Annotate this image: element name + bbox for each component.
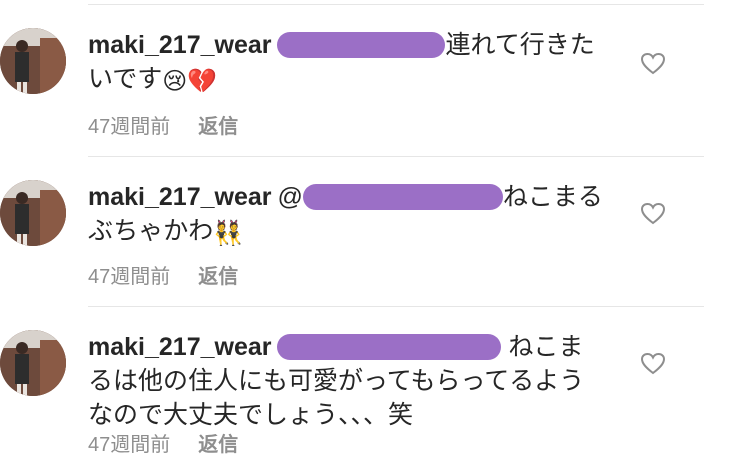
heart-outline-icon[interactable] bbox=[640, 52, 666, 76]
comment-meta: 47週間前 返信 bbox=[88, 260, 238, 289]
redaction-mark bbox=[277, 334, 502, 360]
reply-button[interactable]: 返信 bbox=[198, 116, 238, 138]
avatar[interactable] bbox=[0, 28, 66, 94]
divider bbox=[88, 156, 704, 157]
reply-button[interactable]: 返信 bbox=[198, 266, 238, 288]
emoji: 👯 bbox=[213, 220, 244, 247]
comment-text: maki_217_wear ねこまるは他の住人にも可愛がってもらってるようなので… bbox=[88, 330, 608, 432]
emoji: 💔 bbox=[187, 68, 218, 95]
redaction-mark bbox=[277, 32, 446, 58]
divider bbox=[88, 306, 704, 307]
heart-outline-icon[interactable] bbox=[640, 202, 666, 226]
heart-outline-icon[interactable] bbox=[640, 352, 666, 376]
comment-text: maki_217_wear @ ねこまるぶちゃかわ👯 bbox=[88, 180, 608, 251]
reply-button[interactable]: 返信 bbox=[198, 434, 238, 456]
comment-time: 47週間前 bbox=[88, 266, 171, 288]
comment-time: 47週間前 bbox=[88, 434, 171, 456]
comment-username[interactable]: maki_217_wear bbox=[88, 31, 271, 59]
comment-text: maki_217_wear 連れて行きたいです😢💔 bbox=[88, 28, 608, 99]
redaction-mark bbox=[302, 184, 503, 210]
comment-meta: 47週間前 返信 bbox=[88, 110, 238, 139]
comment-username[interactable]: maki_217_wear bbox=[88, 333, 271, 361]
comment-time: 47週間前 bbox=[88, 116, 171, 138]
avatar[interactable] bbox=[0, 180, 66, 246]
divider-top bbox=[88, 4, 704, 5]
comment-text-before: @ bbox=[277, 183, 303, 211]
avatar[interactable] bbox=[0, 330, 66, 396]
comment-username[interactable]: maki_217_wear bbox=[88, 183, 271, 211]
comment-meta: 47週間前 返信 bbox=[88, 428, 238, 457]
emoji: 😢 bbox=[162, 68, 188, 95]
